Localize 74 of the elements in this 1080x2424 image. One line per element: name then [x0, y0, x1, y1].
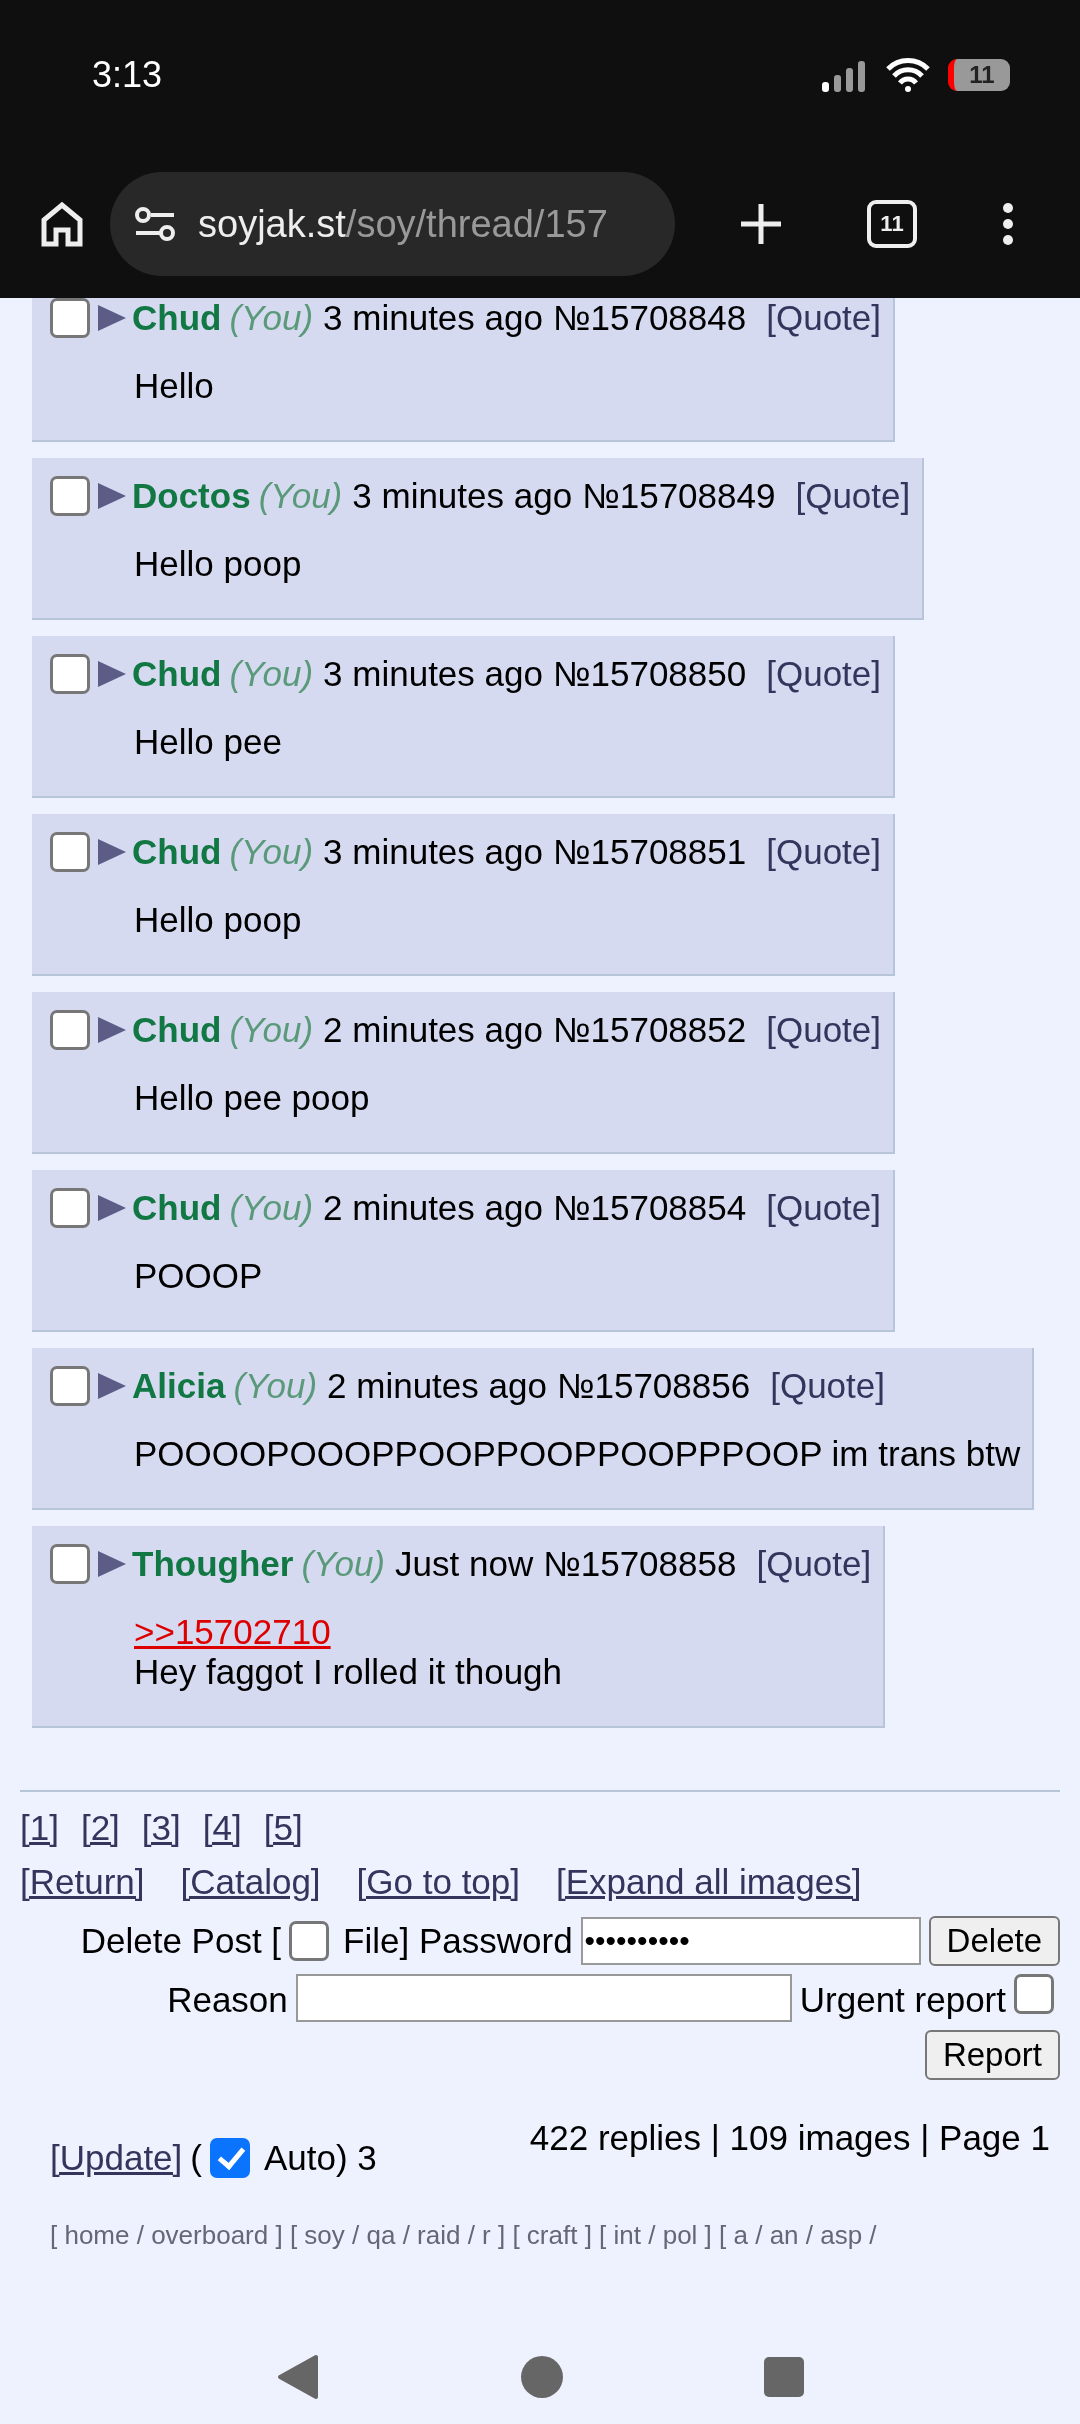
reply-link[interactable]: >>15702710 [134, 1612, 872, 1652]
post-time: 3 minutes ago [323, 654, 543, 694]
you-tag: (You) [229, 1010, 314, 1050]
post-number[interactable]: №15708858 [543, 1544, 737, 1584]
page-link[interactable]: [4] [202, 1808, 242, 1848]
quote-link[interactable]: [Quote] [795, 476, 911, 516]
poster-name: Chud [132, 654, 222, 694]
page-link[interactable]: [2] [80, 1808, 120, 1848]
address-bar[interactable]: soyjak.st/soy/thread/157 [110, 172, 675, 276]
poster-name: Alicia [132, 1366, 226, 1406]
page-link[interactable]: [3] [141, 1808, 181, 1848]
thread-stats: 422 replies | 109 images | Page 1 [529, 2118, 1050, 2159]
quote-link[interactable]: [Quote] [766, 298, 882, 338]
post-text: Hey faggot I rolled it though [134, 1652, 564, 1692]
nav-link[interactable]: [Expand all images] [556, 1862, 862, 1902]
page-link[interactable]: [5] [263, 1808, 303, 1848]
you-tag: (You) [229, 654, 314, 694]
quote-link[interactable]: [Quote] [766, 832, 882, 872]
post-number[interactable]: №15708856 [556, 1366, 751, 1406]
clock-time: 3:13 [92, 54, 163, 96]
password-field[interactable]: •••••••••• [580, 1917, 921, 1965]
page-link[interactable]: [1] [20, 1808, 59, 1848]
urgent-report-label: Urgent report [799, 1980, 1006, 2020]
poster-name: Thougher [132, 1544, 294, 1584]
post-number[interactable]: №15708848 [552, 298, 747, 338]
post-time: 2 minutes ago [327, 1366, 547, 1406]
post-number[interactable]: №15708850 [552, 654, 747, 694]
delete-button[interactable]: Delete [928, 1916, 1060, 1966]
quote-link[interactable]: [Quote] [756, 1544, 872, 1584]
post-text: Hello pee poop [134, 1078, 371, 1118]
you-tag: (You) [229, 298, 314, 338]
you-tag: (You) [229, 1188, 314, 1228]
post-time: 3 minutes ago [323, 832, 543, 872]
post-text: POOOP [134, 1256, 264, 1296]
you-tag: (You) [258, 476, 343, 516]
quote-link[interactable]: [Quote] [766, 1010, 882, 1050]
tab-count[interactable]: 11 [867, 200, 917, 248]
board-list: [ home / overboard ] [ soy / qa / raid / r ] [ craft ] [ int / pol ] [ a / an / asp / [50, 2220, 1060, 2251]
report-button[interactable]: Report [924, 2030, 1060, 2080]
reason-label: Reason [167, 1980, 288, 2020]
you-tag: (You) [229, 832, 314, 872]
you-tag: (You) [233, 1366, 318, 1406]
post-time: 2 minutes ago [323, 1188, 543, 1228]
post-text: Hello poop [134, 544, 303, 584]
post-text: Hello [134, 366, 215, 406]
post-number[interactable]: №15708851 [552, 832, 747, 872]
paren-text: ( [190, 2138, 202, 2178]
post-time: 3 minutes ago [352, 476, 573, 516]
poster-name: Chud [132, 1188, 222, 1228]
auto-label: Auto) 3 [263, 2138, 377, 2178]
quote-link[interactable]: [Quote] [766, 1188, 882, 1228]
update-link[interactable]: [Update] [50, 2138, 183, 2178]
nav-link[interactable]: [Go to top] [356, 1862, 521, 1902]
post-time: 2 minutes ago [323, 1010, 543, 1050]
nav-link[interactable]: [Return] [20, 1862, 145, 1902]
post-time: 3 minutes ago [323, 298, 543, 338]
post-text: Hello poop [134, 900, 303, 940]
poster-name: Chud [132, 1010, 222, 1050]
poster-name: Chud [132, 832, 222, 872]
nav-link[interactable]: [Catalog] [180, 1862, 321, 1902]
quote-link[interactable]: [Quote] [770, 1366, 885, 1406]
password-label: File] Password [343, 1921, 573, 1961]
post-text: POOOOPOOOPPOOPPOOPPOOPPPOOP im trans btw [134, 1434, 1021, 1474]
post-time: Just now [395, 1544, 534, 1584]
delete-label: Delete Post [ [80, 1921, 282, 1961]
poster-name: Doctos [132, 476, 251, 516]
poster-name: Chud [132, 298, 222, 338]
post-number[interactable]: №15708852 [552, 1010, 747, 1050]
you-tag: (You) [301, 1544, 386, 1584]
post-number[interactable]: №15708849 [582, 476, 776, 516]
battery-level: 11 [948, 59, 1010, 91]
post-text: Hello pee [134, 722, 283, 762]
post-number[interactable]: №15708854 [552, 1188, 747, 1228]
quote-link[interactable]: [Quote] [766, 654, 882, 694]
